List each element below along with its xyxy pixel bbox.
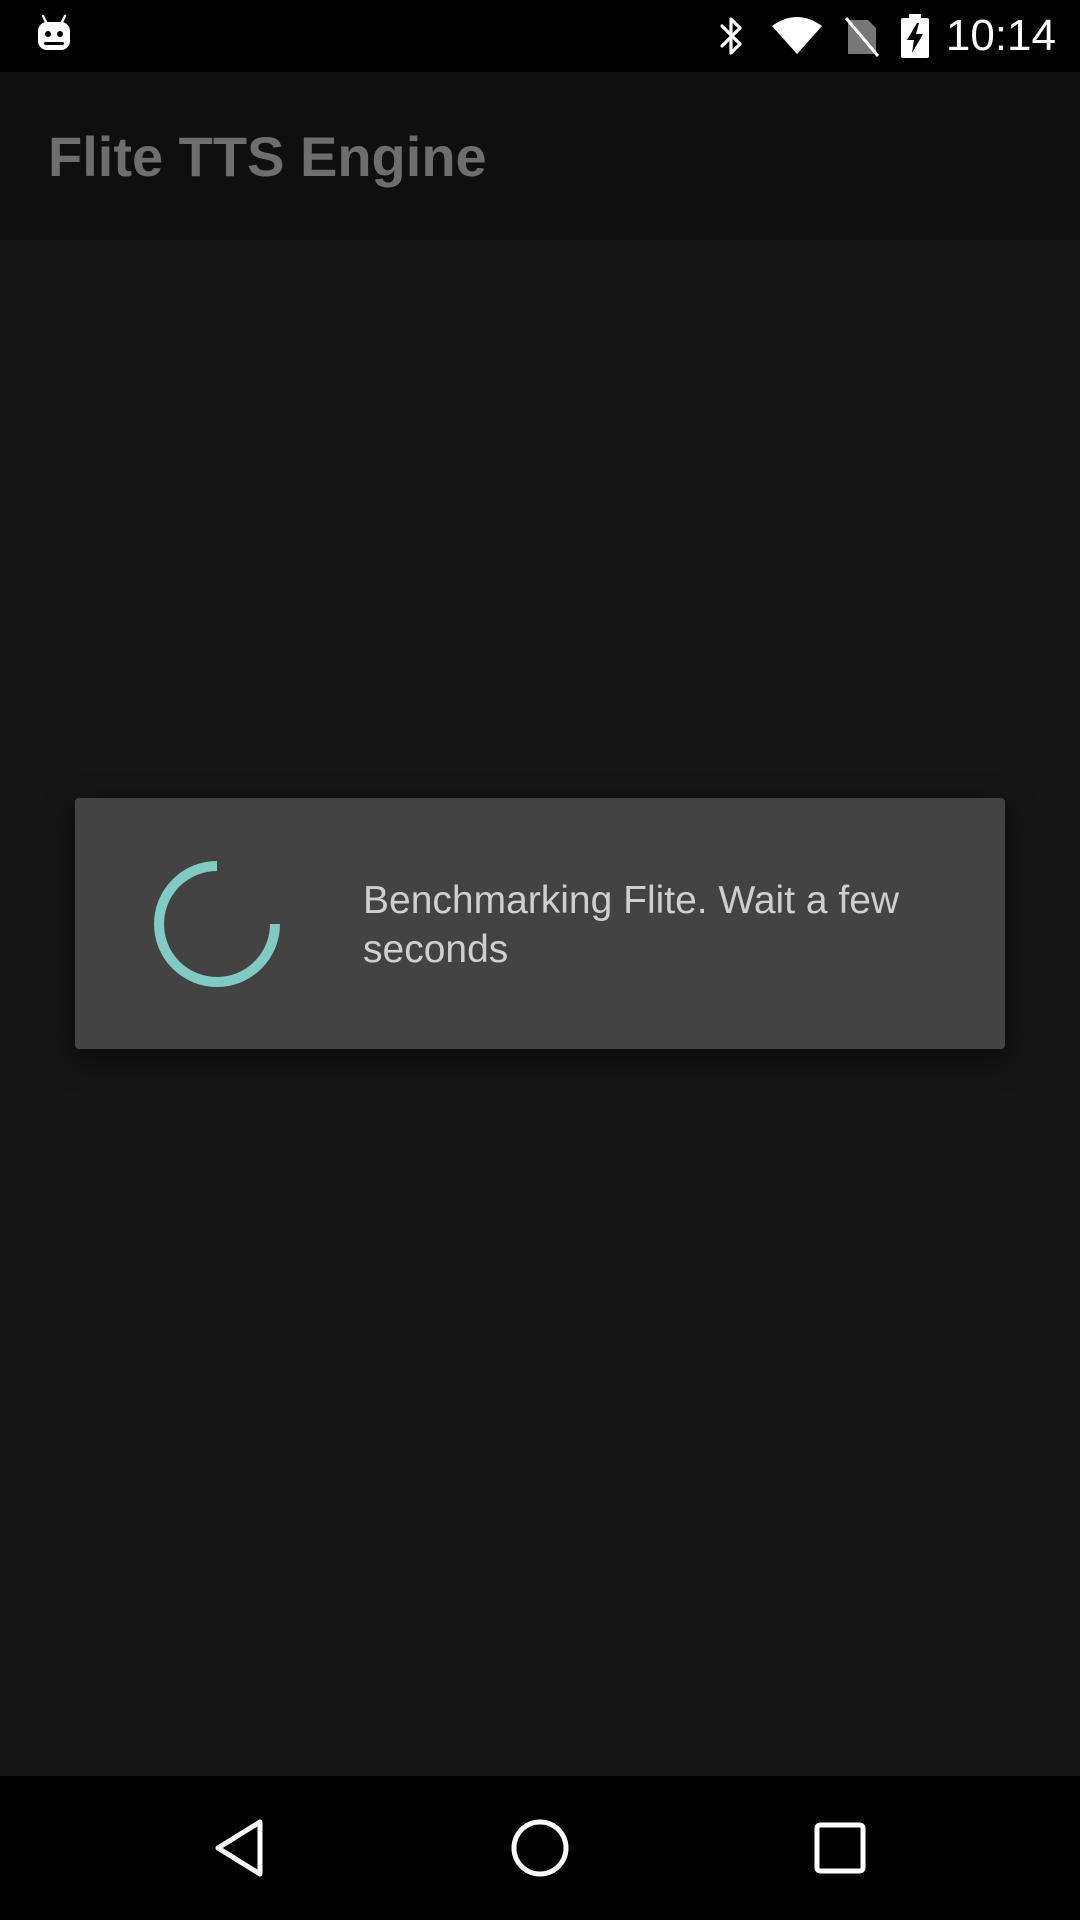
loading-spinner-icon: [153, 860, 281, 988]
status-bar: 10:14: [0, 0, 1080, 72]
navigation-bar: [0, 1776, 1080, 1920]
bluetooth-icon: [712, 14, 752, 58]
progress-dialog: Benchmarking Flite. Wait a few seconds: [75, 798, 1005, 1049]
dialog-message: Benchmarking Flite. Wait a few seconds: [363, 879, 900, 971]
battery-charging-icon: [900, 14, 930, 58]
android-notification-icon: [34, 14, 74, 54]
app-title: Flite TTS Engine: [48, 125, 487, 188]
no-sim-icon: [842, 14, 882, 58]
status-icons: 10:14: [694, 0, 1056, 72]
app-bar: Flite TTS Engine: [0, 72, 1080, 240]
status-clock: 10:14: [945, 11, 1056, 60]
home-icon[interactable]: [500, 1808, 580, 1888]
wifi-icon: [770, 14, 824, 58]
recents-icon[interactable]: [800, 1808, 880, 1888]
back-icon[interactable]: [200, 1808, 280, 1888]
screen: 10:14 Flite TTS Engine Benchmarking Flit…: [0, 0, 1080, 1920]
